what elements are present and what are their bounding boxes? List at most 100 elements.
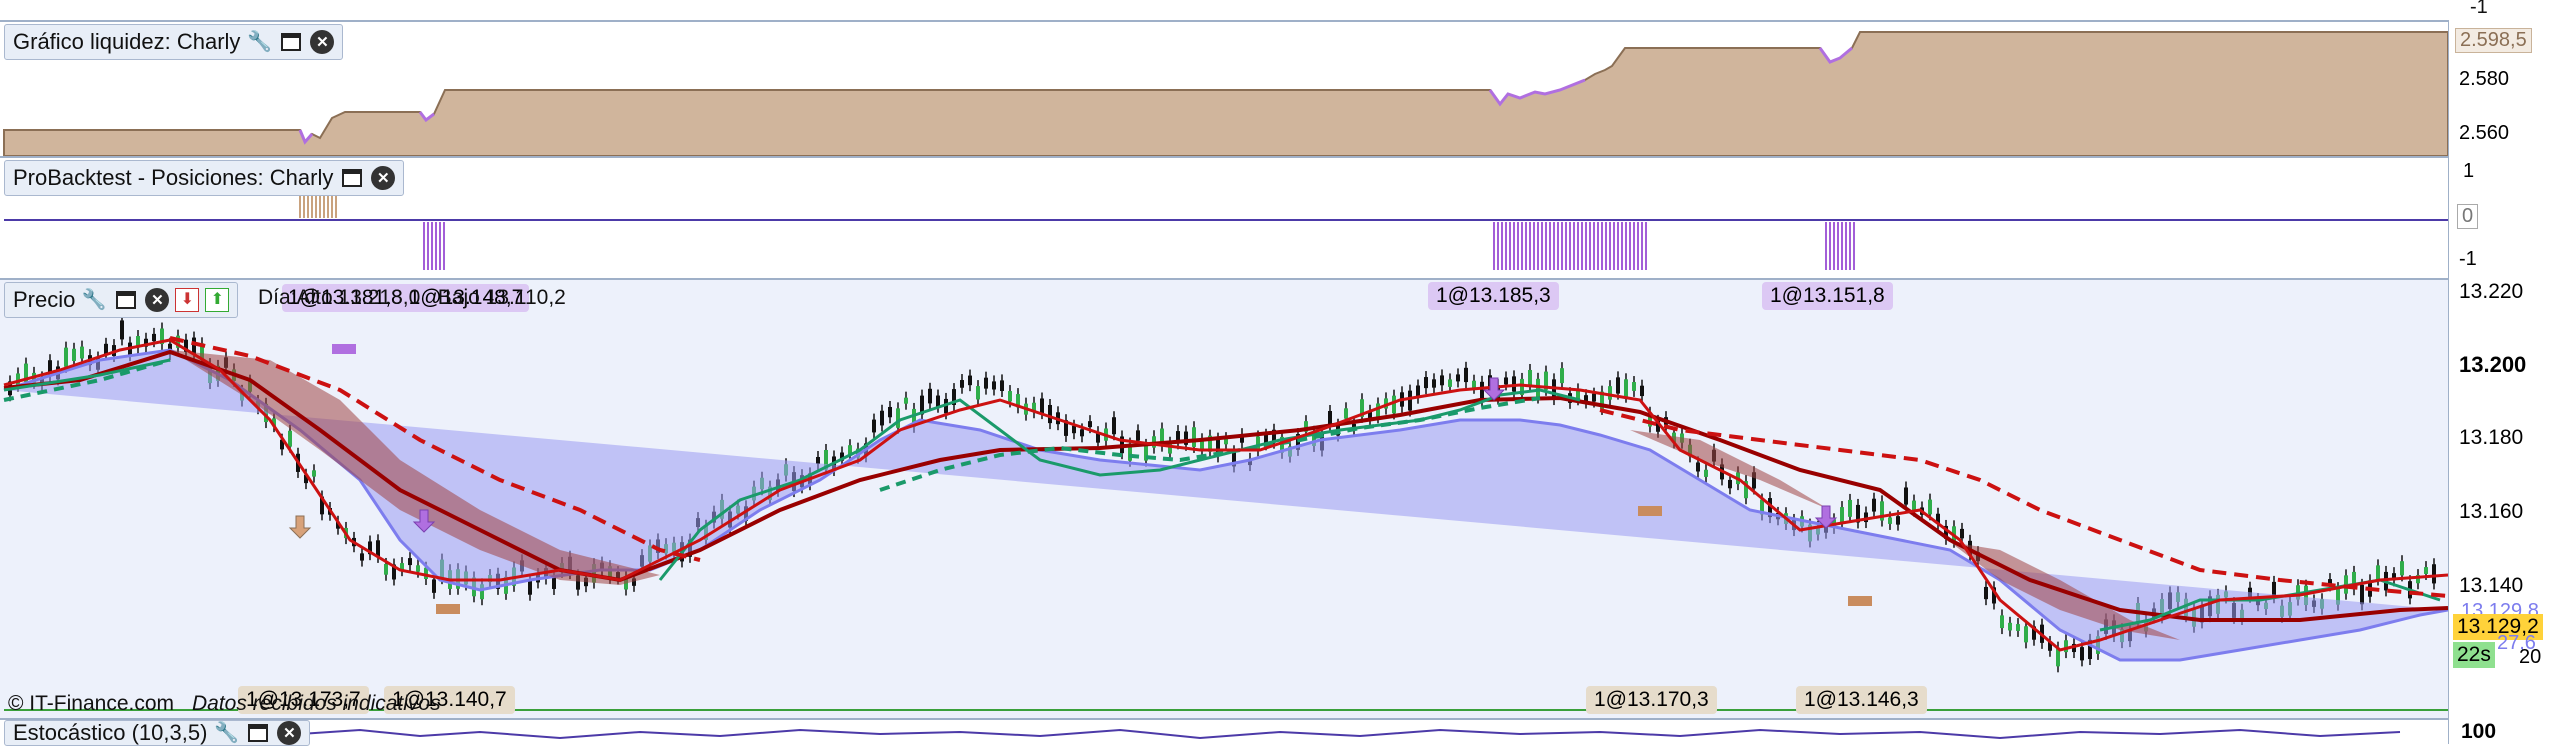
candle-body <box>1872 498 1876 512</box>
candle-body <box>928 388 932 404</box>
price-axis-label: 13.220 <box>2459 280 2524 303</box>
close-icon[interactable]: ✕ <box>277 721 302 745</box>
candle-body <box>2024 626 2028 643</box>
candle-body <box>984 377 988 389</box>
candle-body <box>1048 404 1052 424</box>
candle-body <box>360 553 364 561</box>
candle-body <box>1456 374 1460 382</box>
liquidity-panel-header: Gráfico liquidez: Charly 🔧 ✕ <box>4 24 344 60</box>
candle-body <box>64 347 68 367</box>
candle-body <box>1088 421 1092 428</box>
positions-axis-label: 1 <box>2463 160 2475 182</box>
positions-panel-header: ProBacktest - Posiciones: Charly ✕ <box>4 160 405 196</box>
wrench-icon[interactable]: 🔧 <box>213 720 239 746</box>
trade-tag[interactable]: 1@13.151,8 <box>1762 282 1893 310</box>
window-icon[interactable] <box>339 165 365 191</box>
stochastic-axis: 100 <box>2448 718 2554 744</box>
candle-body <box>80 346 84 359</box>
candle-body <box>2080 647 2084 661</box>
candle-body <box>2008 622 2012 631</box>
candle-body <box>384 563 388 575</box>
candle-body <box>1960 528 1964 539</box>
close-icon[interactable]: ✕ <box>310 30 335 54</box>
candle-body <box>968 375 972 386</box>
arrow-up-icon[interactable]: ⬆ <box>205 288 230 312</box>
candle-body <box>1448 379 1452 387</box>
positions-axis-label: -1 <box>2459 248 2477 270</box>
candle-body <box>1624 379 1628 397</box>
top-axis-label: -1 <box>2470 0 2488 18</box>
candle-body <box>1984 586 1988 600</box>
candle-body <box>1080 429 1084 437</box>
candle-body <box>872 419 876 433</box>
candle-body <box>2016 624 2020 631</box>
price-axis-label: 13.160 <box>2459 500 2524 523</box>
wrench-icon[interactable]: 🔧 <box>81 287 107 313</box>
liquidity-axis: 2.598,5 2.580 2.560 <box>2448 20 2554 156</box>
positions-panel-title: ProBacktest - Posiciones: Charly <box>13 165 334 190</box>
candle-body <box>880 410 884 426</box>
trade-tag[interactable]: 1@13.185,3 <box>1428 282 1559 310</box>
candle-body <box>1440 375 1444 386</box>
candle-body <box>152 333 156 342</box>
day-high-low-info: Día:Alto 13.213,0 Bajo 13.110,2 <box>258 286 566 309</box>
candle-body <box>1136 430 1140 441</box>
candle-body <box>2400 561 2404 576</box>
window-icon[interactable] <box>245 720 271 746</box>
equity-axis-label: 2.580 <box>2459 68 2510 90</box>
candle-body <box>1704 469 1708 477</box>
trade-tag[interactable]: 1@13.146,3 <box>1796 686 1927 714</box>
short-position-bars <box>299 196 337 218</box>
price-panel-title: Precio <box>13 287 76 312</box>
candle-body <box>1848 499 1852 517</box>
price-axis-label: 13.180 <box>2459 426 2524 449</box>
positions-axis: 1 0 -1 <box>2448 156 2554 278</box>
window-icon[interactable] <box>113 287 139 313</box>
buy-arrow-icon <box>288 515 312 539</box>
equity-axis-label: 2.560 <box>2459 122 2510 144</box>
close-icon[interactable]: ✕ <box>145 288 170 312</box>
candle-body <box>1592 393 1596 402</box>
candle-body <box>1912 500 1916 511</box>
candle-body <box>120 320 124 340</box>
candle-body <box>288 430 292 447</box>
footer-note: Datos recibidos indicativos <box>192 692 441 715</box>
stochastic-panel-header: Estocástico (10,3,5) 🔧 ✕ <box>4 720 311 746</box>
equity-area <box>3 31 2448 156</box>
positions-zero-label: 0 <box>2457 204 2479 229</box>
candle-body <box>2424 567 2428 574</box>
stochastic-chart <box>299 728 2401 740</box>
candle-body <box>1696 462 1700 472</box>
price-axis-label: 13.200 <box>2459 352 2527 377</box>
price-axis-label: 13.140 <box>2459 574 2524 597</box>
stochastic-panel-title: Estocástico (10,3,5) <box>13 720 208 745</box>
candle-body <box>1072 425 1076 434</box>
candle-body <box>1904 487 1908 505</box>
stochastic-panel: Estocástico (10,3,5) 🔧 ✕ <box>0 718 2448 746</box>
wrench-icon[interactable]: 🔧 <box>246 29 272 55</box>
candle-body <box>1392 395 1396 414</box>
arrow-down-icon[interactable]: ⬇ <box>175 288 200 312</box>
candle-body <box>1432 379 1436 388</box>
candle-body <box>1408 390 1412 411</box>
candle-body <box>936 395 940 407</box>
candle-body <box>1560 368 1564 384</box>
buy-marker <box>436 604 460 614</box>
candle-body <box>2432 564 2436 584</box>
liquidity-chart <box>3 31 2448 156</box>
candle-body <box>1616 377 1620 394</box>
candle-body <box>1896 516 1900 525</box>
candle-body <box>1504 377 1508 385</box>
window-icon[interactable] <box>278 29 304 55</box>
candle-body <box>72 348 76 362</box>
footer-copyright[interactable]: © IT-Finance.com <box>8 692 174 716</box>
close-icon[interactable]: ✕ <box>371 166 396 190</box>
timer-badge: 22s <box>2453 642 2495 668</box>
candle-body <box>960 380 964 388</box>
candle-body <box>2376 565 2380 580</box>
top-sliver <box>0 0 2448 22</box>
candle-body <box>408 558 412 566</box>
trade-tag[interactable]: 1@13.170,3 <box>1586 686 1717 714</box>
candle-body <box>1008 391 1012 402</box>
price-panel: Precio 🔧 ✕ ⬇ ⬆ 1@13.181,8 1@13.148,7 Día… <box>0 278 2448 718</box>
